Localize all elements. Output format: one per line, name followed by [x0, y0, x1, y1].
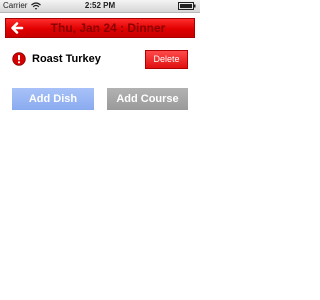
add-course-button[interactable]: Add Course [107, 88, 188, 110]
battery-icon [178, 2, 196, 10]
delete-button[interactable]: Delete [145, 50, 188, 69]
title-bar: Thu, Jan 24 : Dinner [5, 18, 195, 38]
add-dish-button[interactable]: Add Dish [12, 88, 94, 110]
status-time: 2:52 PM [84, 1, 116, 10]
page-title: Thu, Jan 24 : Dinner [50, 21, 166, 35]
alert-icon [12, 52, 26, 66]
dish-name: Roast Turkey [32, 53, 101, 65]
back-arrow-icon[interactable] [9, 20, 25, 36]
header: Thu, Jan 24 : Dinner [0, 13, 200, 40]
status-bar: Carrier 2:52 PM [0, 0, 200, 13]
dish-row: Roast Turkey Delete [0, 48, 200, 72]
